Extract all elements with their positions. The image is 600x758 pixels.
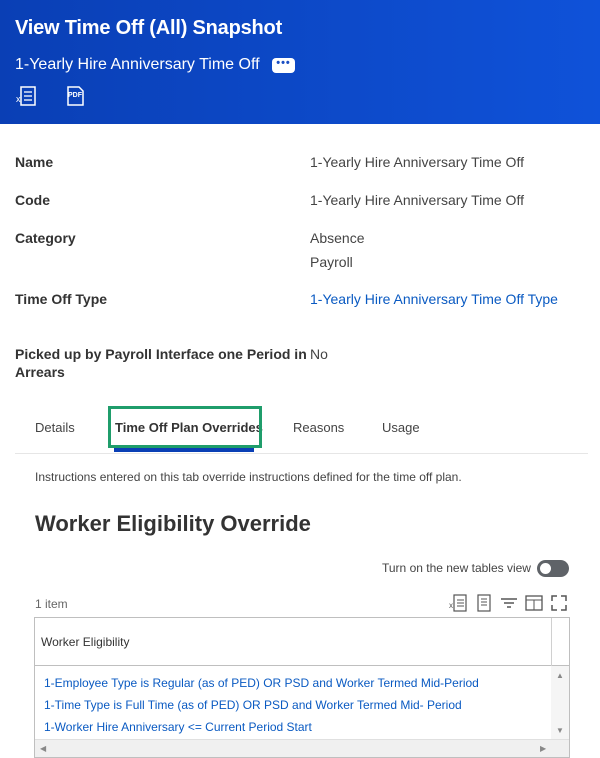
active-tab-highlight [108,406,262,448]
payroll-interface-label-line2: Arrears [15,364,65,380]
tab-details[interactable]: Details [35,420,75,435]
tab-usage[interactable]: Usage [382,420,420,435]
name-value: 1-Yearly Hire Anniversary Time Off [310,154,524,170]
worker-eligibility-table: Worker Eligibility 1-Employee Type is Re… [34,617,570,758]
table-row[interactable]: 1-Employee Type is Regular (as of PED) O… [44,676,479,690]
tab-instructions: Instructions entered on this tab overrid… [35,470,462,484]
payroll-interface-value: No [310,346,328,362]
category-label: Category [15,230,76,246]
fullscreen-icon[interactable] [550,594,568,612]
page-header: View Time Off (All) Snapshot 1-Yearly Hi… [0,0,600,124]
vertical-scrollbar[interactable]: ▲ ▼ [551,666,569,739]
code-label: Code [15,192,50,208]
new-tables-view-label: Turn on the new tables view [382,561,531,575]
item-count: 1 item [35,597,68,611]
category-value-absence: Absence [310,230,365,246]
pdf-export-icon[interactable]: PDF [64,85,86,107]
columns-icon[interactable] [525,594,543,612]
pdf-label: PDF [68,92,82,99]
new-tables-view-toggle[interactable] [537,560,569,577]
tab-bar: Details Time Off Plan Overrides Reasons … [15,402,588,454]
horizontal-scrollbar[interactable]: ◀ ▶ [35,739,569,757]
svg-text:x: x [16,94,21,104]
time-off-type-label: Time Off Type [15,291,108,307]
excel-export-icon[interactable]: x [449,594,467,612]
table-row[interactable]: 1-Worker Hire Anniversary <= Current Per… [44,720,312,734]
svg-text:x: x [449,601,453,610]
scroll-left-icon[interactable]: ◀ [40,744,46,753]
related-actions-button[interactable]: ••• [272,58,295,73]
page-title: View Time Off (All) Snapshot [15,17,283,39]
time-off-type-link[interactable]: 1-Yearly Hire Anniversary Time Off Type [310,291,558,307]
section-title: Worker Eligibility Override [35,511,311,536]
table-row[interactable]: 1-Time Type is Full Time (as of PED) OR … [44,698,462,712]
filter-icon[interactable] [500,594,518,612]
category-value-payroll: Payroll [310,254,353,270]
tab-reasons[interactable]: Reasons [293,420,344,435]
code-value: 1-Yearly Hire Anniversary Time Off [310,192,524,208]
active-tab-underline [114,448,254,452]
name-label: Name [15,154,54,170]
scroll-right-icon[interactable]: ▶ [540,744,546,753]
excel-export-icon[interactable]: x [16,85,38,107]
page-subtitle: 1-Yearly Hire Anniversary Time Off [15,56,260,73]
print-icon[interactable] [475,594,493,612]
scroll-down-icon[interactable]: ▼ [556,726,564,735]
column-header-worker-eligibility[interactable]: Worker Eligibility [41,635,129,649]
payroll-interface-label-line1: Picked up by Payroll Interface one Perio… [15,346,307,362]
table-header: Worker Eligibility [35,618,569,666]
scroll-up-icon[interactable]: ▲ [556,671,564,680]
